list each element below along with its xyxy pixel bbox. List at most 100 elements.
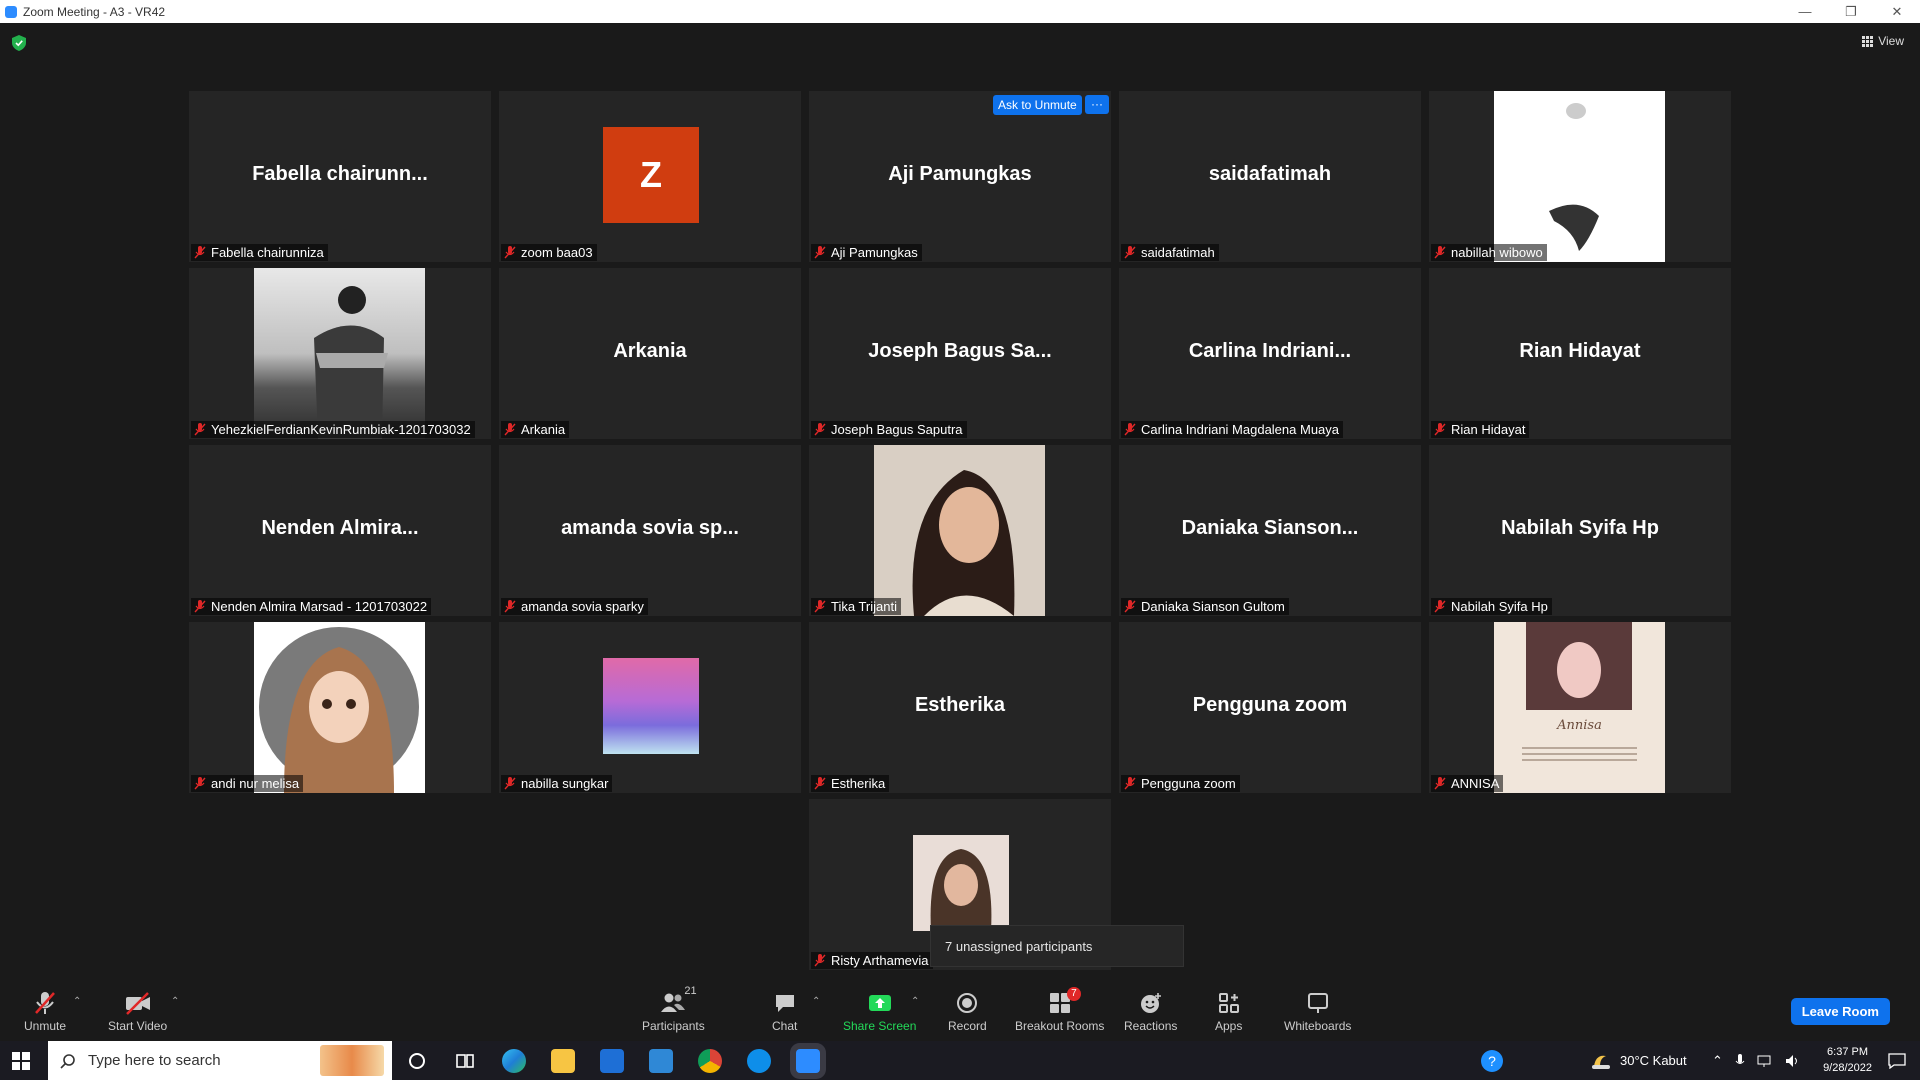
- chrome-icon[interactable]: [698, 1049, 722, 1073]
- microphone-icon[interactable]: [1735, 1053, 1745, 1068]
- participant-name-label: Nabilah Syifa Hp: [1431, 598, 1552, 615]
- participant-tile[interactable]: amanda sovia sp... amanda sovia sparky: [499, 445, 801, 616]
- participant-name-label: Pengguna zoom: [1121, 775, 1240, 792]
- reactions-button[interactable]: Reactions: [1124, 991, 1177, 1033]
- participant-tile[interactable]: Arkania Arkania: [499, 268, 801, 439]
- participant-name: ANNISA: [1451, 776, 1500, 791]
- weather-widget[interactable]: 30°C Kabut: [1590, 1041, 1687, 1080]
- edge-browser-icon[interactable]: [502, 1049, 526, 1073]
- participant-tile[interactable]: nabillah wibowo: [1429, 91, 1731, 262]
- participant-display-name: Nenden Almira...: [261, 517, 419, 539]
- weather-text: 30°C Kabut: [1620, 1053, 1687, 1068]
- help-icon[interactable]: ?: [1480, 1049, 1504, 1073]
- participant-name-label: nabillah wibowo: [1431, 244, 1547, 261]
- clock-date: 9/28/2022: [1823, 1062, 1872, 1074]
- notification-icon[interactable]: [1888, 1053, 1906, 1069]
- apps-icon: [1218, 993, 1239, 1013]
- leave-room-button[interactable]: Leave Room: [1790, 998, 1890, 1025]
- apps-label: Apps: [1215, 1019, 1243, 1033]
- share-screen-icon: [868, 995, 891, 1011]
- mail-icon[interactable]: [649, 1049, 673, 1073]
- breakout-rooms-button[interactable]: 7 Breakout Rooms: [1015, 987, 1104, 1033]
- mic-muted-icon: [504, 777, 516, 790]
- file-explorer-icon[interactable]: [551, 1049, 575, 1073]
- participant-tile[interactable]: Nenden Almira... Nenden Almira Marsad - …: [189, 445, 491, 616]
- whiteboards-label: Whiteboards: [1284, 1019, 1352, 1033]
- participant-tile[interactable]: saidafatimah saidafatimah: [1119, 91, 1421, 262]
- weather-icon: [1592, 1055, 1610, 1069]
- participant-tile[interactable]: Daniaka Sianson... Daniaka Sianson Gulto…: [1119, 445, 1421, 616]
- participant-name: nabilla sungkar: [521, 776, 609, 791]
- participant-tile[interactable]: YehezkielFerdianKevinRumbiak-1201703032: [189, 268, 491, 439]
- more-options-button[interactable]: ···: [1085, 95, 1109, 114]
- participant-name: andi nur melisa: [211, 776, 300, 791]
- start-video-button[interactable]: Start Video: [108, 991, 167, 1033]
- participant-tile[interactable]: andi nur melisa: [189, 622, 491, 793]
- taskbar-search-box[interactable]: Type here to search: [48, 1041, 392, 1080]
- minimize-button[interactable]: —: [1782, 0, 1828, 23]
- zoom-taskbar-icon[interactable]: [796, 1049, 820, 1073]
- task-view-icon[interactable]: [453, 1049, 477, 1073]
- cortana-icon[interactable]: [405, 1049, 429, 1073]
- record-button[interactable]: Record: [948, 991, 987, 1033]
- participant-tile[interactable]: Joseph Bagus Sa... Joseph Bagus Saputra: [809, 268, 1111, 439]
- participant-tile[interactable]: Z zoom baa03: [499, 91, 801, 262]
- participant-display-name: Carlina Indriani...: [1188, 340, 1352, 362]
- participant-name: amanda sovia sparky: [521, 599, 644, 614]
- whiteboards-button[interactable]: Whiteboards: [1284, 991, 1351, 1033]
- share-options-chevron-icon[interactable]: ⌃: [911, 996, 919, 1007]
- profile-photo: Annisa: [1494, 622, 1665, 793]
- view-button[interactable]: View: [1856, 31, 1910, 51]
- participant-tile[interactable]: Ask to Unmute ··· Aji Pamungkas Aji Pamu…: [809, 91, 1111, 262]
- chat-options-chevron-icon[interactable]: ⌃: [812, 996, 820, 1007]
- network-icon[interactable]: [1757, 1054, 1773, 1068]
- participant-name-label: Joseph Bagus Saputra: [811, 421, 967, 438]
- participant-name: Risty Arthamevia: [831, 953, 929, 968]
- profile-photo: [913, 835, 1009, 931]
- security-shield-icon[interactable]: [12, 35, 26, 51]
- microsoft-store-icon[interactable]: [600, 1049, 624, 1073]
- chat-label: Chat: [772, 1019, 798, 1033]
- record-label: Record: [948, 1019, 987, 1033]
- profile-photo: [874, 445, 1045, 616]
- participant-tile[interactable]: Pengguna zoom Pengguna zoom: [1119, 622, 1421, 793]
- letter-avatar: Z: [603, 127, 699, 223]
- participant-tile[interactable]: Estherika Estherika: [809, 622, 1111, 793]
- participant-tile[interactable]: Fabella chairunn... Fabella chairunniza: [189, 91, 491, 262]
- svg-text:?: ?: [1488, 1053, 1496, 1069]
- windows-start-icon[interactable]: [12, 1052, 30, 1070]
- participants-label: Participants: [642, 1019, 705, 1033]
- audio-options-chevron-icon[interactable]: ⌃: [73, 996, 81, 1007]
- participant-name: Carlina Indriani Magdalena Muaya: [1141, 422, 1340, 437]
- close-button[interactable]: ✕: [1874, 0, 1920, 23]
- volume-icon[interactable]: [1785, 1054, 1801, 1068]
- chat-button[interactable]: Chat: [772, 991, 797, 1033]
- unmute-button[interactable]: Unmute: [24, 991, 66, 1033]
- chevron-up-icon[interactable]: ⌃: [1712, 1053, 1723, 1069]
- search-highlight-image: [320, 1045, 384, 1076]
- participant-display-name: Daniaka Sianson...: [1181, 517, 1359, 539]
- window-title: Zoom Meeting - A3 - VR42: [23, 4, 166, 19]
- teamviewer-icon[interactable]: [747, 1049, 771, 1073]
- taskbar-clock[interactable]: 6:37 PM 9/28/2022: [1823, 1044, 1872, 1076]
- mic-muted-icon: [504, 600, 516, 613]
- restore-button[interactable]: ❐: [1828, 0, 1874, 23]
- participant-tile[interactable]: Nabilah Syifa Hp Nabilah Syifa Hp: [1429, 445, 1731, 616]
- participant-tile[interactable]: Tika Trijanti: [809, 445, 1111, 616]
- participant-name-label: Estherika: [811, 775, 890, 792]
- participant-tile[interactable]: Annisa ANNISA: [1429, 622, 1731, 793]
- participants-button[interactable]: 21 Participants: [642, 985, 705, 1033]
- apps-button[interactable]: Apps: [1215, 991, 1242, 1033]
- participant-tile[interactable]: Carlina Indriani... Carlina Indriani Mag…: [1119, 268, 1421, 439]
- ask-to-unmute-button[interactable]: Ask to Unmute: [993, 95, 1082, 115]
- participant-name-label: Risty Arthamevia: [811, 952, 933, 969]
- participant-tile[interactable]: Rian Hidayat Rian Hidayat: [1429, 268, 1731, 439]
- mic-muted-icon: [814, 246, 826, 259]
- participants-count: 21: [684, 985, 697, 997]
- participant-name: Rian Hidayat: [1451, 422, 1526, 437]
- window-controls: — ❐ ✕: [1782, 0, 1920, 23]
- meeting-toolbar: Unmute ⌃ Start Video ⌃ 21 Participants C…: [0, 981, 1920, 1041]
- share-screen-button[interactable]: Share Screen: [843, 991, 916, 1033]
- participant-tile[interactable]: nabilla sungkar: [499, 622, 801, 793]
- video-options-chevron-icon[interactable]: ⌃: [171, 996, 179, 1007]
